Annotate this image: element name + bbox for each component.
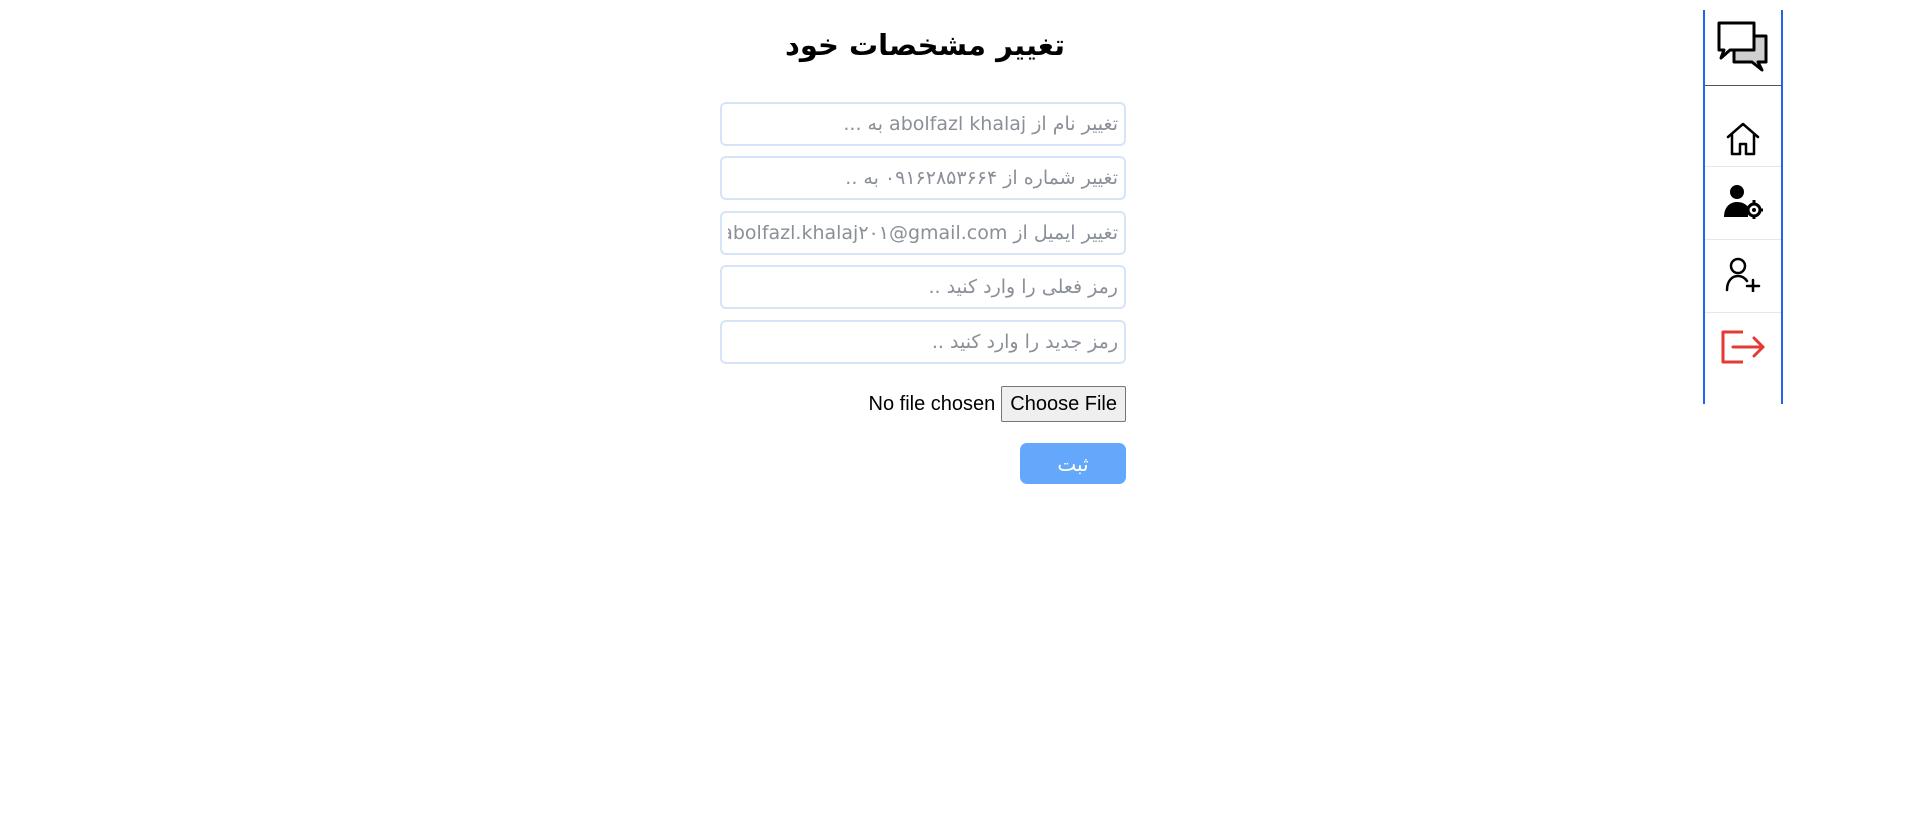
sidebar-item-add-user[interactable] bbox=[1705, 240, 1781, 313]
page: تغییر مشخصات خود Choose File No file cho… bbox=[0, 0, 1920, 823]
email-change-input[interactable] bbox=[720, 211, 1126, 255]
home-icon bbox=[1724, 120, 1762, 162]
sidebar-item-user-settings[interactable] bbox=[1705, 167, 1781, 240]
sidebar-item-home[interactable] bbox=[1705, 116, 1781, 167]
page-title: تغییر مشخصات خود bbox=[784, 28, 1066, 62]
current-password-input[interactable] bbox=[720, 265, 1126, 309]
name-change-input[interactable] bbox=[720, 102, 1126, 146]
phone-change-input[interactable] bbox=[720, 156, 1126, 200]
choose-file-button[interactable]: Choose File bbox=[1001, 386, 1126, 422]
user-settings-icon bbox=[1723, 183, 1763, 223]
sidebar bbox=[1703, 10, 1783, 404]
add-user-icon bbox=[1725, 256, 1761, 296]
logo bbox=[1705, 10, 1781, 86]
file-upload: Choose File No file chosen bbox=[720, 385, 1126, 423]
sidebar-item-logout[interactable] bbox=[1705, 313, 1781, 385]
chat-bubbles-icon bbox=[1716, 20, 1770, 76]
file-status-text: No file chosen bbox=[868, 392, 996, 415]
logout-icon bbox=[1719, 328, 1767, 370]
new-password-input[interactable] bbox=[720, 320, 1126, 364]
submit-button[interactable]: ثبت bbox=[1020, 443, 1126, 484]
